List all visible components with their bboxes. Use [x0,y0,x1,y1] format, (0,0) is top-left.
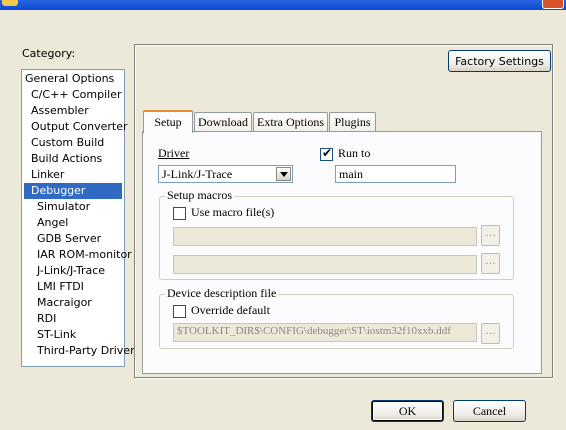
category-item[interactable]: Build Actions [31,151,102,167]
category-label: Category: [22,47,76,60]
checkmark-icon: ✔ [322,146,333,160]
category-item[interactable]: LMI FTDI [37,279,84,295]
macro-file-input-2 [173,255,477,274]
category-item[interactable]: RDI [37,311,56,327]
run-to-input[interactable]: main [335,165,456,183]
category-item[interactable]: ST-Link [37,327,76,343]
setup-macros-title: Setup macros [165,188,234,203]
title-bar [0,0,566,10]
device-browse-button: ... [481,323,500,344]
factory-settings-button[interactable]: Factory Settings [448,50,551,72]
device-file-input: $TOOLKIT_DIR$\CONFIG\debugger\ST\iostm32… [173,323,477,342]
category-item[interactable]: Macraigor [37,295,92,311]
category-item[interactable]: Debugger [24,183,122,199]
override-default-checkbox[interactable] [173,305,186,318]
category-item[interactable]: GDB Server [37,231,101,247]
category-item[interactable]: Linker [31,167,64,183]
category-item[interactable]: Custom Build [31,135,104,151]
category-item[interactable]: IAR ROM-monitor [37,247,132,263]
driver-combobox[interactable]: J-Link/J-Trace [158,165,293,183]
tab-plugins[interactable]: Plugins [329,112,376,132]
category-item[interactable]: J-Link/J-Trace [37,263,105,279]
cancel-button[interactable]: Cancel [453,400,526,422]
tab-download[interactable]: Download [194,112,252,132]
category-item[interactable]: C/C++ Compiler [31,87,122,103]
driver-value: J-Link/J-Trace [162,167,233,181]
driver-label: Driver [158,146,190,160]
run-to-label: Run to [338,146,371,160]
window-icon [2,0,18,6]
tab-setup[interactable]: Setup [143,110,193,133]
device-description-title: Device description file [165,286,279,301]
use-macro-label: Use macro file(s) [191,205,275,219]
close-icon[interactable] [542,0,564,9]
chevron-down-icon[interactable] [276,167,291,181]
category-list[interactable]: General Options C/C++ Compiler Assembler Ou… [21,69,135,367]
use-macro-checkbox[interactable] [173,207,186,220]
tab-extra-options[interactable]: Extra Options [253,112,328,132]
category-item[interactable]: Simulator [37,199,90,215]
macro-browse-button-1: ... [481,225,500,246]
category-item[interactable]: Third-Party Driver [37,343,135,359]
macro-file-input-1 [173,227,477,246]
category-item[interactable]: Angel [37,215,68,231]
ok-button[interactable]: OK [371,400,444,422]
category-item[interactable]: Assembler [31,103,89,119]
override-default-label: Override default [191,303,270,317]
run-to-checkbox[interactable]: ✔ [320,146,333,161]
category-item[interactable]: Output Converter [31,119,128,135]
macro-browse-button-2: ... [481,253,500,274]
category-item[interactable]: General Options [25,71,114,87]
